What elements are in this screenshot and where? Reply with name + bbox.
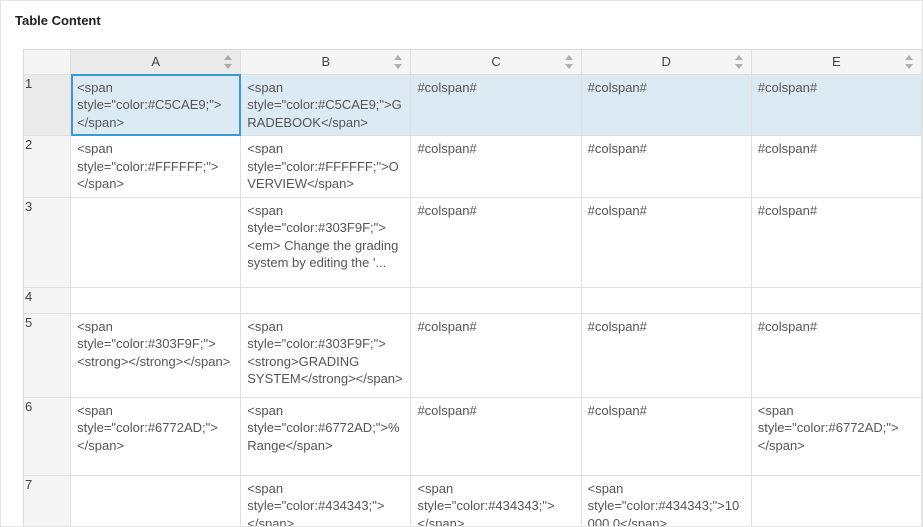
row-header[interactable]: 5: [24, 313, 71, 397]
cell[interactable]: <span style="color:#C5CAE9;">GRADEBOOK</…: [241, 74, 411, 136]
table-content-panel: Table Content A B: [0, 0, 923, 527]
table-row: 2<span style="color:#FFFFFF;"></span><sp…: [24, 136, 922, 198]
cell[interactable]: #colspan#: [411, 397, 581, 475]
cell[interactable]: <span style="color:#303F9F;"><strong>GRA…: [241, 313, 411, 397]
cell[interactable]: #colspan#: [581, 313, 751, 397]
cell[interactable]: <span style="color:#6772AD;"></span>: [751, 397, 921, 475]
column-header-E[interactable]: E: [751, 50, 921, 74]
cell[interactable]: <span style="color:#303F9F;"><em> Change…: [241, 197, 411, 287]
sort-icon[interactable]: [905, 55, 915, 69]
sort-icon[interactable]: [565, 55, 575, 69]
cell[interactable]: <span style="color:#434343;"></span>: [241, 475, 411, 526]
cell[interactable]: #colspan#: [581, 197, 751, 287]
cell[interactable]: [71, 287, 241, 313]
panel-title: Table Content: [1, 1, 922, 42]
table-row: 1<span style="color:#C5CAE9;"></span><sp…: [24, 74, 922, 136]
cell[interactable]: <span style="color:#C5CAE9;"></span>: [71, 74, 241, 136]
column-label: E: [832, 54, 841, 69]
column-label: B: [322, 54, 331, 69]
cell[interactable]: #colspan#: [411, 136, 581, 198]
row-header[interactable]: 7: [24, 475, 71, 526]
column-label: A: [151, 54, 160, 69]
cell[interactable]: <span style="color:#FFFFFF;"></span>: [71, 136, 241, 198]
sort-icon[interactable]: [394, 55, 404, 69]
cell[interactable]: #colspan#: [751, 136, 921, 198]
cell[interactable]: #colspan#: [411, 74, 581, 136]
column-header-A[interactable]: A: [71, 50, 241, 74]
column-header-B[interactable]: B: [241, 50, 411, 74]
cell[interactable]: #colspan#: [581, 397, 751, 475]
cell[interactable]: #colspan#: [411, 197, 581, 287]
column-header-C[interactable]: C: [411, 50, 581, 74]
row-header[interactable]: 4: [24, 287, 71, 313]
cell[interactable]: [751, 287, 921, 313]
cell[interactable]: <span style="color:#434343;"></span>: [411, 475, 581, 526]
row-header[interactable]: 3: [24, 197, 71, 287]
select-all-corner[interactable]: [24, 50, 71, 74]
sort-icon[interactable]: [735, 55, 745, 69]
row-header[interactable]: 1: [24, 74, 71, 136]
column-header-row: A B C D E: [24, 50, 922, 74]
cell[interactable]: [581, 287, 751, 313]
cell[interactable]: <span style="color:#6772AD;"></span>: [71, 397, 241, 475]
column-label: D: [662, 54, 671, 69]
cell[interactable]: <span style="color:#303F9F;"><strong></s…: [71, 313, 241, 397]
cell[interactable]: [71, 475, 241, 526]
table-row: 7<span style="color:#434343;"></span><sp…: [24, 475, 922, 526]
sort-icon[interactable]: [224, 55, 234, 69]
cell[interactable]: #colspan#: [581, 74, 751, 136]
cell[interactable]: #colspan#: [581, 136, 751, 198]
cell[interactable]: [71, 197, 241, 287]
table-row: 4: [24, 287, 922, 313]
table-row: 3 <span style="color:#303F9F;"><em> Chang…: [24, 197, 922, 287]
cell[interactable]: <span style="color:#6772AD;">% Range</sp…: [241, 397, 411, 475]
table-row: 6<span style="color:#6772AD;"></span><sp…: [24, 397, 922, 475]
cell[interactable]: <span style="color:#434343;">10000.0</sp…: [581, 475, 751, 526]
column-header-D[interactable]: D: [581, 50, 751, 74]
cell[interactable]: [751, 475, 921, 526]
cell[interactable]: <span style="color:#FFFFFF;">OVERVIEW</s…: [241, 136, 411, 198]
cell[interactable]: #colspan#: [411, 313, 581, 397]
cell[interactable]: #colspan#: [751, 74, 921, 136]
spreadsheet-grid[interactable]: A B C D E: [23, 49, 922, 526]
column-label: C: [491, 54, 500, 69]
row-header[interactable]: 2: [24, 136, 71, 198]
grid-body: 1<span style="color:#C5CAE9;"></span><sp…: [24, 74, 922, 526]
row-header[interactable]: 6: [24, 397, 71, 475]
table-row: 5<span style="color:#303F9F;"><strong></…: [24, 313, 922, 397]
cell[interactable]: #colspan#: [751, 197, 921, 287]
cell[interactable]: #colspan#: [751, 313, 921, 397]
cell[interactable]: [411, 287, 581, 313]
cell[interactable]: [241, 287, 411, 313]
